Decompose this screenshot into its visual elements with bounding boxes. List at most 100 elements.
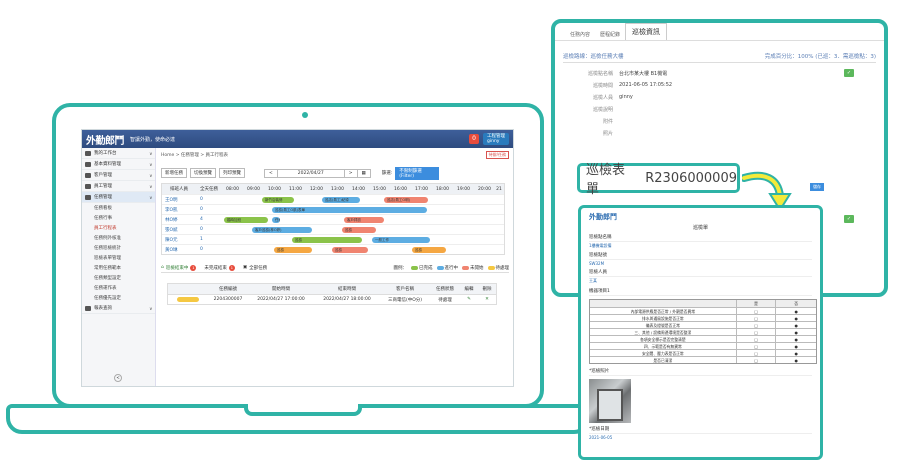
info-row: 附件 [555,115,884,127]
delete-icon[interactable]: ✕ [478,297,496,302]
allday-count: 4 [200,217,203,222]
task-bar[interactable]: 巡檢 [412,247,446,253]
checklist-cell[interactable]: ● [776,322,816,328]
checklist-cell[interactable]: □ [737,322,777,328]
checklist-cell[interactable]: ● [776,315,816,321]
tab-unfinished[interactable]: 未完成結束 1 [204,264,235,271]
staff-name[interactable]: 張O斌 [162,227,196,233]
calendar-icon[interactable]: ▦ [356,169,370,177]
checklist-cell[interactable]: ● [776,343,816,349]
checklist-cell [590,300,737,307]
sidebar-item-label: 員工管理 [94,184,112,189]
staff-name[interactable]: 陳O元 [162,237,196,243]
table-row[interactable]: 2204300007 2022/04/27 17:00:00 2022/04/2… [168,294,496,304]
info-key: 巡檢時間 [592,82,613,89]
grid-col-header: 16:00 [394,186,407,192]
sidebar-subitem[interactable]: 任務巡檢統計 [82,243,155,253]
checklist-cell[interactable]: □ [737,336,777,342]
task-bar[interactable]: 巡檢 [342,227,376,233]
info-key: 巡檢人員 [592,94,613,101]
checklist-cell[interactable]: □ [737,308,777,314]
tab-all-tasks[interactable]: ▣ 全部任務 [243,265,267,271]
sidebar-subitem[interactable]: 任務運作表 [82,283,155,293]
status-pill-cell [168,297,208,302]
edit-icon[interactable]: ✎ [460,297,478,302]
task-bar[interactable]: 巡檢 [292,237,362,243]
staff-name[interactable]: 黃O琳 [162,247,196,253]
sidebar-item-tasks[interactable]: 任務管理 v [82,192,155,203]
sidebar-subitem[interactable]: 任務行事 [82,213,155,223]
tab-history[interactable]: 歷程紀錄 [595,29,625,40]
info-row: 巡檢人員 ginny [555,91,884,103]
legend-label: 圖例： [393,265,408,271]
task-bar[interactable]: 巡店(員工)紀錄 [322,197,360,203]
tab-icon: ▣ [242,265,248,270]
tab-inspection-info[interactable]: 巡檢資訊 [625,23,668,40]
inspection-form-document: 外勤郎鬥 巡檢單 巡檢點名稱 1樓機電設備 巡檢點號 SW32M 巡檢人員 王某… [578,205,823,460]
sidebar-subitem[interactable]: 任務優先設定 [82,293,155,303]
checklist-cell[interactable]: □ [737,315,777,321]
task-bar[interactable]: 任務 [272,217,280,223]
checklist-cell[interactable]: □ [737,350,777,356]
sidebar-subitem[interactable]: 任務類型設定 [82,273,155,283]
task-bar[interactable]: 巡店(員工O明) [384,197,428,203]
task-bar[interactable]: 客戶巡檢(林O婷) [252,227,312,233]
prev-date-button[interactable]: < [265,169,278,177]
user-menu[interactable]: 工程管理 ginny [483,133,509,145]
staff-name[interactable]: 林O婷 [162,217,196,223]
date-value[interactable]: 2022/04/27 [278,170,344,177]
task-bar[interactable]: 巡檢(員工O凱)表單 [272,207,427,213]
task-bar[interactable]: 臨時加班 [224,217,268,223]
task-bar[interactable]: 一般工作 [372,237,430,243]
staff-name[interactable]: 王O明 [162,197,196,203]
app-header: 外勤郎鬥 智讓外勤，使命必達 0 工程管理 ginny [82,130,513,148]
sidebar-subitem[interactable]: 任務看板 [82,203,155,213]
allday-count: 0 [200,247,203,252]
checklist-cell[interactable]: □ [737,357,777,363]
sidebar-item-staff[interactable]: 員工管理 v [82,181,155,192]
checklist-row: 儀表及燈號是否正常 □ ● [590,321,816,328]
checklist-cell[interactable]: ● [776,357,816,363]
grid-col-header: 09:00 [247,186,260,192]
checklist-cell[interactable]: □ [737,329,777,335]
checklist-cell: 各項安全標示是否完整清楚 [590,336,737,342]
next-date-button[interactable]: > [343,169,357,177]
legend-item: 待處理 [487,265,509,271]
task-bar[interactable]: 新竹店裝修 [262,197,294,203]
legend-item: 進行中 [436,265,458,271]
col-header: 刪除 [482,287,492,292]
sidebar-item-basic-data[interactable]: 基本資料管理 v [82,159,155,170]
checklist-cell: 儀表及燈號是否正常 [590,322,737,328]
staff-name[interactable]: 李O凱 [162,207,196,213]
tab-in-progress[interactable]: ⌂ 巡檢結束中 1 [161,264,197,271]
check-icon[interactable]: ✓ [844,69,854,77]
sidebar-item-customers[interactable]: 客戶管理 v [82,170,155,181]
check-icon[interactable]: ✓ [844,215,854,223]
tab-task-content[interactable]: 任務內容 [565,29,595,40]
toggle-preview-button[interactable]: 切換預覽 [190,168,216,178]
checklist-cell[interactable]: □ [737,343,777,349]
legend-item: 已完成 [411,265,433,271]
checklist-row: 內部電源供應是否正常 / 外觀是否異常 □ ● [590,307,816,314]
filter-select[interactable]: 不限制篩選(Filter) [395,166,440,180]
save-button[interactable]: 儲存 [810,183,824,191]
sidebar-subitem[interactable]: 常用任務範本 [82,263,155,273]
checklist-cell[interactable]: ● [776,350,816,356]
sidebar-subitem[interactable]: 任務例外核准 [82,233,155,243]
sidebar-item-label: 任務管理 [94,195,112,200]
task-bar[interactable]: 客戶拜訪 [344,217,384,223]
checklist-cell[interactable]: ● [776,329,816,335]
print-preview-button[interactable]: 列印預覽 [219,168,245,178]
notification-bell-icon[interactable]: 0 [469,134,479,144]
sidebar-subitem-active[interactable]: 員工行程表 [82,223,155,233]
task-bar[interactable]: 巡檢 [332,247,368,253]
sidebar-item-reports[interactable]: 報表查詢 v [82,303,155,314]
sidebar-item-workbench[interactable]: 我的工作台 v [82,148,155,159]
sidebar-collapse-button[interactable]: < [114,374,122,382]
checklist-cell[interactable]: ● [776,308,816,314]
new-task-button[interactable]: 新增任務 [161,168,187,178]
sidebar-subitem[interactable]: 巡檢表單管理 [82,253,155,263]
todo-button[interactable]: 待辦/任務 [485,150,509,159]
checklist-cell[interactable]: ● [776,336,816,342]
task-bar[interactable]: 巡檢 [274,247,312,253]
